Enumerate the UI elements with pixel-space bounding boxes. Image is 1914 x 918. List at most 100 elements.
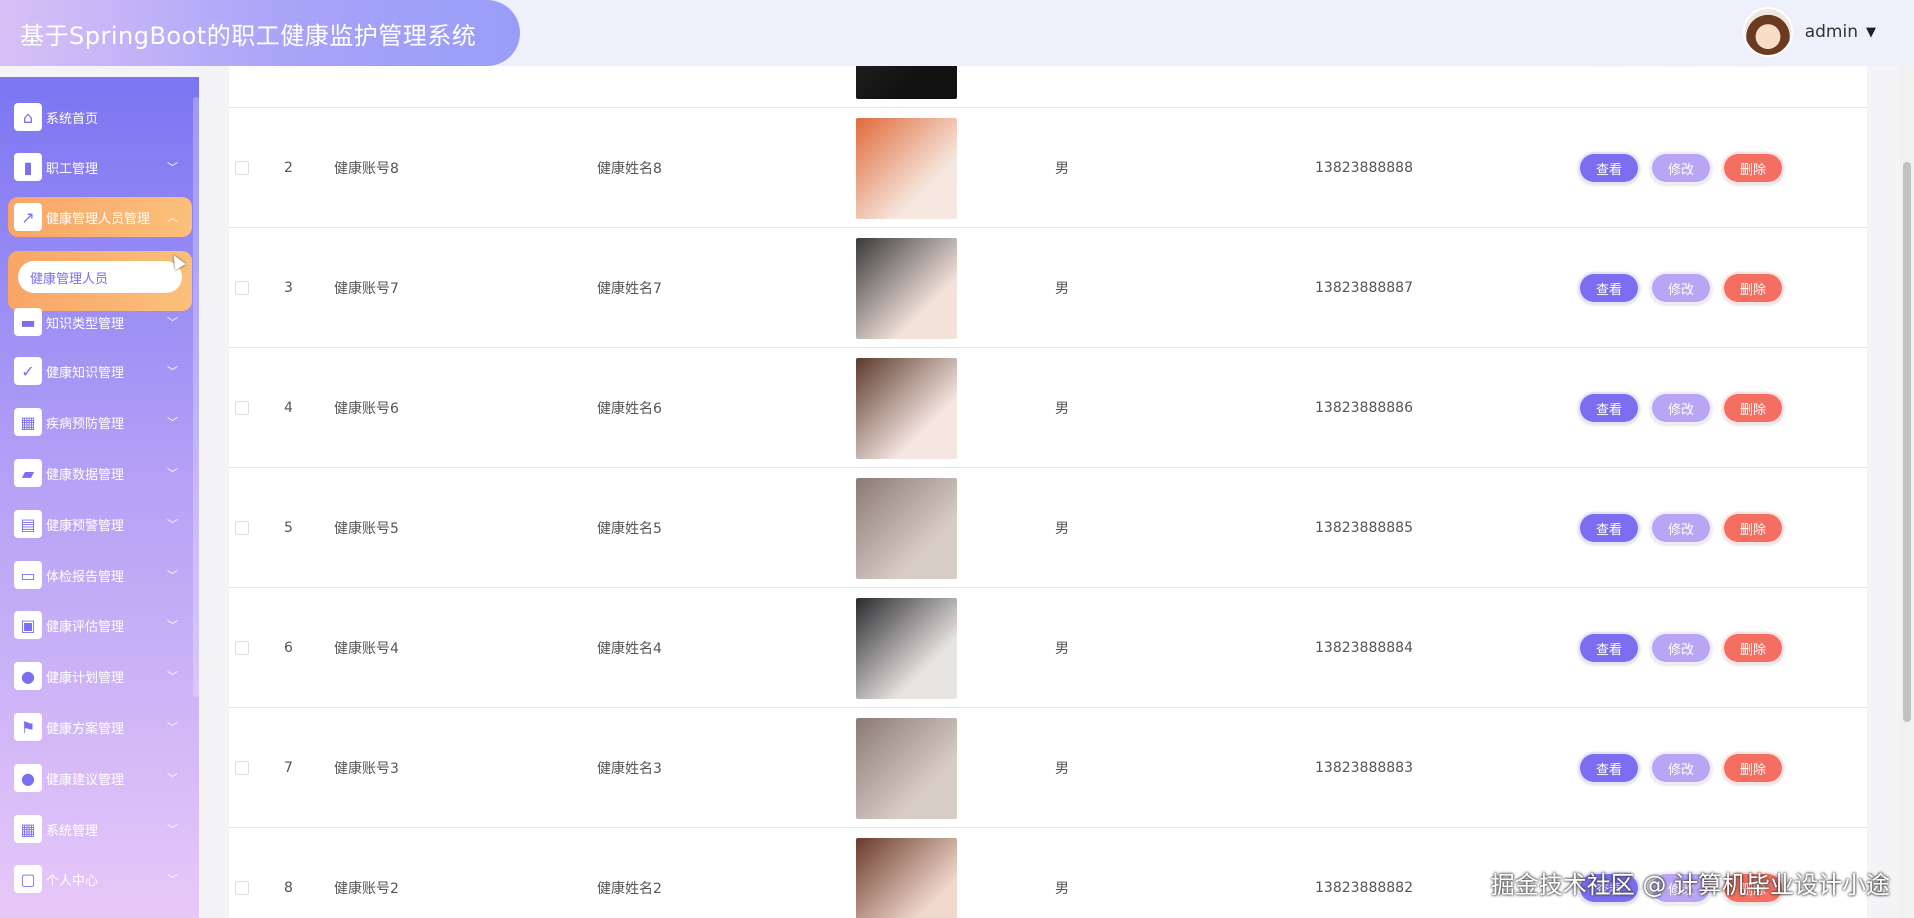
profile-photo[interactable] — [856, 718, 957, 819]
chevron-down-icon: ﹀ — [167, 416, 178, 429]
sidebar-item-8[interactable]: ▤ 健康预警管理 ﹀ — [8, 504, 192, 544]
sidebar-item-13[interactable]: ● 健康建议管理 ﹀ — [8, 758, 192, 798]
row-index: 3 — [284, 280, 293, 296]
grid-icon: ▦ — [14, 408, 42, 436]
app-title-bar: 基于SpringBoot的职工健康监护管理系统 — [0, 0, 520, 66]
monitor-icon: ▭ — [14, 561, 42, 589]
chevron-down-icon: ﹀ — [167, 873, 178, 886]
profile-photo[interactable] — [856, 358, 957, 459]
gender-cell: 男 — [1055, 761, 1069, 777]
phone-cell: 13823888884 — [1315, 640, 1413, 656]
data-table: 1222222男15899999999查看修改删除2健康账号8健康姓名8男138… — [229, 34, 1867, 918]
name-cell: 健康姓名7 — [597, 281, 662, 297]
row-checkbox[interactable] — [235, 881, 249, 895]
bulb-icon: ● — [14, 764, 42, 792]
phone-cell: 13823888888 — [1315, 160, 1413, 176]
profile-photo[interactable] — [856, 478, 957, 579]
edit-button[interactable]: 修改 — [1650, 392, 1712, 424]
chevron-down-icon: ﹀ — [167, 161, 178, 174]
account-cell: 健康账号8 — [334, 161, 399, 177]
table-row: 6 健康账号4 健康姓名4 男 13823888884 查看 修改 删除 — [229, 588, 1867, 708]
name-cell: 健康姓名8 — [597, 161, 662, 177]
user-menu[interactable]: admin ▼ — [1742, 6, 1876, 58]
sidebar-item-2[interactable]: ▮ 职工管理 ﹀ — [8, 147, 192, 187]
sidebar-item-14[interactable]: ▦ 系统管理 ﹀ — [8, 809, 192, 849]
watermark: 掘金技术社区 @ 计算机毕业设计小途 — [1490, 871, 1890, 899]
row-checkbox[interactable] — [235, 401, 249, 415]
profile-photo[interactable] — [856, 118, 957, 219]
gender-cell: 男 — [1055, 401, 1069, 417]
delete-button[interactable]: 删除 — [1722, 752, 1784, 784]
row-checkbox[interactable] — [235, 761, 249, 775]
sidebar-item-label: 体检报告管理 — [46, 569, 125, 585]
sidebar-item-11[interactable]: ● 健康计划管理 ﹀ — [8, 656, 192, 696]
sidebar-subitem-health-managers[interactable]: 健康管理人员 — [18, 261, 182, 293]
sidebar-item-3[interactable]: ↗ 健康管理人员管理 ︿ — [8, 197, 192, 237]
page-scrollbar[interactable] — [1900, 66, 1914, 918]
sidebar-item-4[interactable]: ▬ 知识类型管理 ﹀ — [8, 302, 192, 342]
caret-down-icon[interactable]: ▼ — [1866, 25, 1876, 40]
app-title: 基于SpringBoot的职工健康监护管理系统 — [20, 21, 477, 50]
row-checkbox[interactable] — [235, 521, 249, 535]
delete-button[interactable]: 删除 — [1722, 272, 1784, 304]
chevron-down-icon: ﹀ — [167, 467, 178, 480]
sidebar-item-label: 个人中心 — [46, 873, 99, 889]
name-cell: 健康姓名2 — [597, 881, 662, 897]
sidebar-item-6[interactable]: ▦ 疾病预防管理 ﹀ — [8, 402, 192, 442]
row-checkbox[interactable] — [235, 281, 249, 295]
view-button[interactable]: 查看 — [1578, 152, 1640, 184]
sidebar-scrollbar[interactable] — [193, 97, 199, 697]
wallet-icon: ▣ — [14, 611, 42, 639]
view-button[interactable]: 查看 — [1578, 272, 1640, 304]
username[interactable]: admin — [1805, 22, 1858, 42]
phone-cell: 13823888885 — [1315, 520, 1413, 536]
gender-cell: 男 — [1055, 521, 1069, 537]
sidebar-item-9[interactable]: ▭ 体检报告管理 ﹀ — [8, 555, 192, 595]
sidebar-item-15[interactable]: ▢ 个人中心 ﹀ — [8, 859, 192, 899]
scrollbar-thumb[interactable] — [1903, 162, 1911, 722]
sidebar-item-12[interactable]: ⚑ 健康方案管理 ﹀ — [8, 707, 192, 747]
sidebar-item-label: 健康知识管理 — [46, 365, 125, 381]
delete-button[interactable]: 删除 — [1722, 512, 1784, 544]
sidebar-item-10[interactable]: ▣ 健康评估管理 ﹀ — [8, 605, 192, 645]
avatar[interactable] — [1742, 7, 1793, 57]
home-icon: ⌂ — [14, 103, 42, 131]
table-row: 3 健康账号7 健康姓名7 男 13823888887 查看 修改 删除 — [229, 228, 1867, 348]
row-index: 2 — [284, 160, 293, 176]
sidebar-item-label: 疾病预防管理 — [46, 416, 125, 432]
briefcase-icon: ▬ — [14, 308, 42, 336]
delete-button[interactable]: 删除 — [1722, 632, 1784, 664]
profile-photo[interactable] — [856, 838, 957, 918]
row-checkbox[interactable] — [235, 641, 249, 655]
chevron-down-icon: ﹀ — [167, 316, 178, 329]
view-button[interactable]: 查看 — [1578, 752, 1640, 784]
edit-button[interactable]: 修改 — [1650, 512, 1712, 544]
phone-cell: 13823888882 — [1315, 880, 1413, 896]
sidebar-item-7[interactable]: ▰ 健康数据管理 ﹀ — [8, 453, 192, 493]
edit-button[interactable]: 修改 — [1650, 632, 1712, 664]
view-button[interactable]: 查看 — [1578, 512, 1640, 544]
edit-button[interactable]: 修改 — [1650, 752, 1712, 784]
account-cell: 健康账号7 — [334, 281, 399, 297]
view-button[interactable]: 查看 — [1578, 632, 1640, 664]
edit-button[interactable]: 修改 — [1650, 152, 1712, 184]
view-button[interactable]: 查看 — [1578, 392, 1640, 424]
sidebar-item-label: 健康方案管理 — [46, 721, 125, 737]
delete-button[interactable]: 删除 — [1722, 392, 1784, 424]
delete-button[interactable]: 删除 — [1722, 152, 1784, 184]
row-checkbox[interactable] — [235, 161, 249, 175]
chevron-down-icon: ﹀ — [167, 772, 178, 785]
account-cell: 健康账号5 — [334, 521, 399, 537]
chevron-down-icon: ﹀ — [167, 619, 178, 632]
sidebar-item-1[interactable]: ⌂ 系统首页 — [8, 97, 192, 137]
sidebar-item-5[interactable]: ✓ 健康知识管理 ﹀ — [8, 351, 192, 391]
edit-button[interactable]: 修改 — [1650, 272, 1712, 304]
table-row: 2 健康账号8 健康姓名8 男 13823888888 查看 修改 删除 — [229, 108, 1867, 228]
profile-photo[interactable] — [856, 598, 957, 699]
sidebar-item-label: 健康数据管理 — [46, 467, 125, 483]
name-cell: 健康姓名5 — [597, 521, 662, 537]
name-cell: 健康姓名4 — [597, 641, 662, 657]
chevron-down-icon: ﹀ — [167, 365, 178, 378]
phone-cell: 13823888887 — [1315, 280, 1413, 296]
profile-photo[interactable] — [856, 238, 957, 339]
